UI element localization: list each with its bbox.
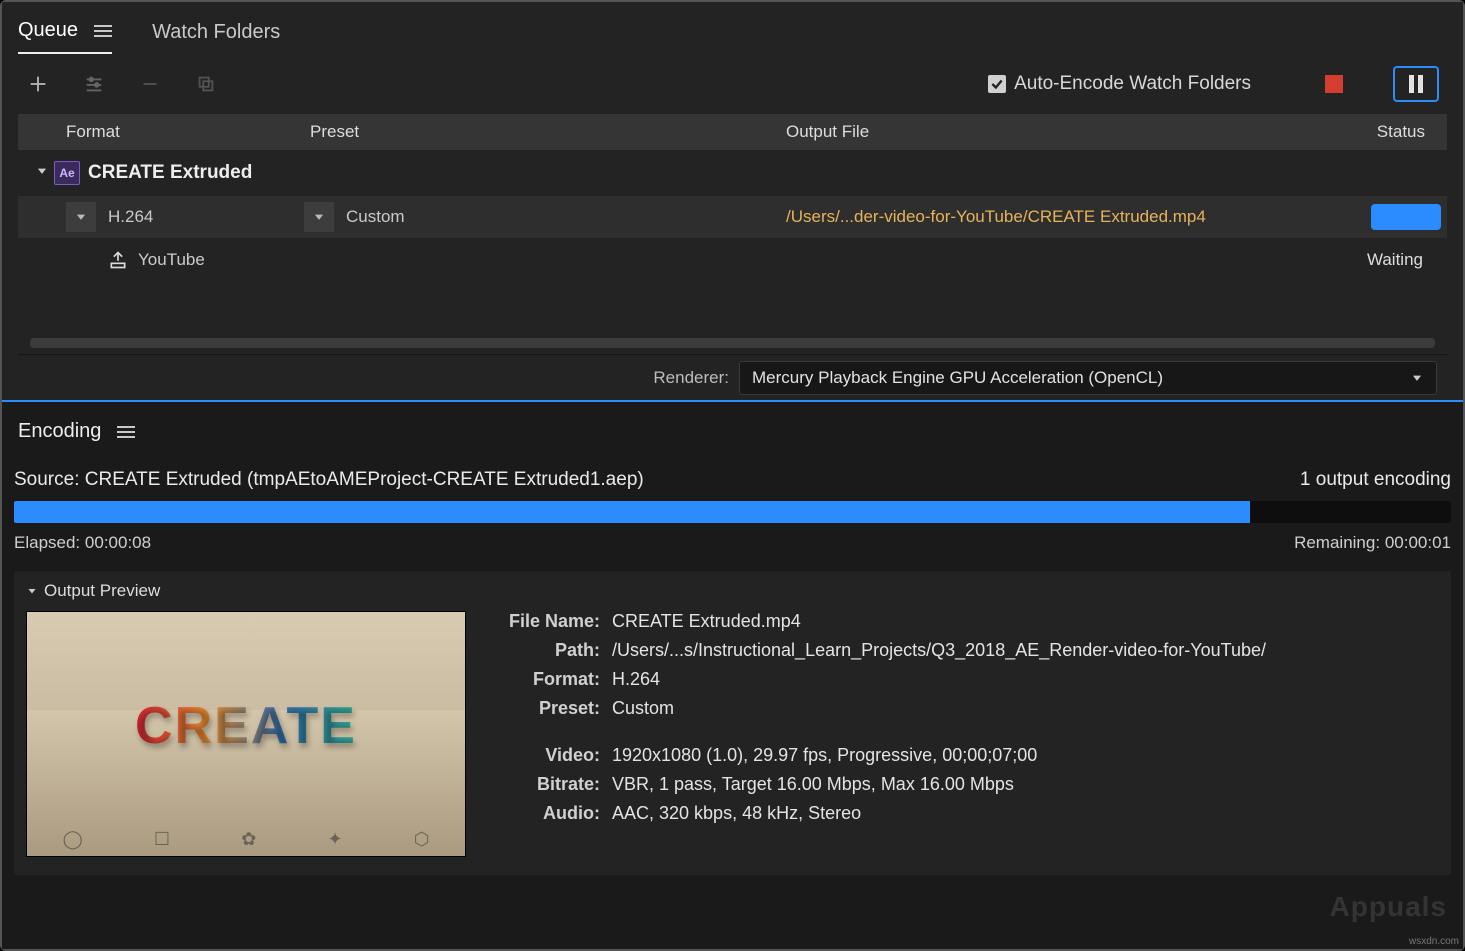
meta-path-value: /Users/...s/Instructional_Learn_Projects… (612, 640, 1266, 661)
renderer-select[interactable]: Mercury Playback Engine GPU Acceleration… (739, 361, 1437, 395)
tab-queue[interactable]: Queue (18, 13, 112, 54)
remaining-label: Remaining: (1294, 533, 1380, 552)
chevron-down-icon (1410, 371, 1424, 385)
queue-column-headers: Format Preset Output File Status (18, 114, 1447, 150)
preview-title: Output Preview (44, 581, 160, 601)
panel-menu-icon[interactable] (94, 25, 112, 37)
preset-dropdown[interactable] (304, 202, 334, 232)
elapsed-time: Elapsed: 00:00:08 (14, 533, 151, 553)
encoding-source: Source: CREATE Extruded (tmpAEtoAMEProje… (14, 469, 644, 491)
encoding-panel: Encoding Source: CREATE Extruded (tmpAEt… (2, 402, 1463, 949)
encoding-title: Encoding (18, 420, 101, 443)
output-preview-toggle[interactable]: Output Preview (26, 581, 1439, 601)
meta-format-value: H.264 (612, 669, 1266, 690)
meta-preset-label: Preset: (490, 698, 600, 719)
outputs-count: 1 output encoding (1300, 469, 1451, 491)
source-watermark: wsxdn.com (1409, 936, 1459, 947)
meta-format-label: Format: (490, 669, 600, 690)
renderer-label: Renderer: (653, 368, 729, 388)
preview-thumbnail: CREATE ◯☐✿✦⬡ (26, 611, 466, 857)
meta-video-value: 1920x1080 (1.0), 29.97 fps, Progressive,… (612, 745, 1266, 766)
header-format[interactable]: Format (66, 122, 310, 142)
remove-button[interactable] (136, 70, 164, 98)
chevron-down-icon[interactable] (30, 163, 54, 183)
meta-video-label: Video: (490, 745, 600, 766)
comp-title: CREATE Extruded (88, 162, 252, 184)
tab-queue-label: Queue (18, 19, 78, 42)
tab-watch-folders[interactable]: Watch Folders (152, 15, 280, 54)
publish-row[interactable]: YouTube Waiting (18, 238, 1447, 282)
thumb-text: CREATE (135, 696, 357, 756)
meta-audio-value: AAC, 320 kbps, 48 kHz, Stereo (612, 803, 1266, 824)
stop-button[interactable] (1325, 75, 1343, 93)
elapsed-value: 00:00:08 (85, 533, 151, 552)
meta-audio-label: Audio: (490, 803, 600, 824)
checkbox-icon (988, 75, 1006, 93)
source-label: Source: (14, 469, 79, 490)
meta-file-label: File Name: (490, 611, 600, 632)
auto-encode-label: Auto-Encode Watch Folders (1014, 73, 1251, 95)
pause-button[interactable] (1393, 66, 1439, 102)
ae-app-icon: Ae (54, 161, 80, 185)
header-status[interactable]: Status (1351, 122, 1431, 142)
remaining-time: Remaining: 00:00:01 (1294, 533, 1451, 553)
preset-value[interactable]: Custom (346, 207, 405, 227)
chevron-down-icon (26, 585, 38, 597)
output-file-link[interactable]: /Users/...der-video-for-YouTube/CREATE E… (786, 207, 1371, 227)
publish-target: YouTube (138, 250, 205, 270)
queue-panel: Queue Watch Folders (2, 2, 1463, 400)
header-output[interactable]: Output File (786, 122, 1351, 142)
remaining-value: 00:00:01 (1385, 533, 1451, 552)
renderer-value: Mercury Playback Engine GPU Acceleration… (752, 368, 1163, 388)
add-source-button[interactable] (24, 70, 52, 98)
header-preset[interactable]: Preset (310, 122, 786, 142)
tab-watch-label: Watch Folders (152, 21, 280, 44)
elapsed-label: Elapsed: (14, 533, 80, 552)
panel-menu-icon[interactable] (117, 426, 135, 438)
output-row[interactable]: H.264 Custom /Users/...der-video-for-You… (18, 196, 1447, 238)
meta-bitrate-label: Bitrate: (490, 774, 600, 795)
format-value[interactable]: H.264 (108, 207, 310, 227)
meta-file-value: CREATE Extruded.mp4 (612, 611, 1266, 632)
format-dropdown[interactable] (66, 202, 96, 232)
status-progress-pill (1371, 204, 1441, 230)
source-value: CREATE Extruded (tmpAEtoAMEProject-CREAT… (85, 469, 644, 490)
meta-path-label: Path: (490, 640, 600, 661)
publish-status: Waiting (1367, 250, 1435, 270)
auto-encode-toggle[interactable]: Auto-Encode Watch Folders (988, 73, 1251, 95)
encode-progress-bar (14, 501, 1451, 523)
upload-icon (108, 250, 128, 270)
duplicate-button[interactable] (192, 70, 220, 98)
settings-icon[interactable] (80, 70, 108, 98)
queue-item-row[interactable]: Ae CREATE Extruded (18, 150, 1447, 196)
meta-preset-value: Custom (612, 698, 1266, 719)
output-metadata: File Name: CREATE Extruded.mp4 Path: /Us… (490, 611, 1266, 824)
horizontal-scrollbar[interactable] (18, 338, 1447, 354)
meta-bitrate-value: VBR, 1 pass, Target 16.00 Mbps, Max 16.0… (612, 774, 1266, 795)
